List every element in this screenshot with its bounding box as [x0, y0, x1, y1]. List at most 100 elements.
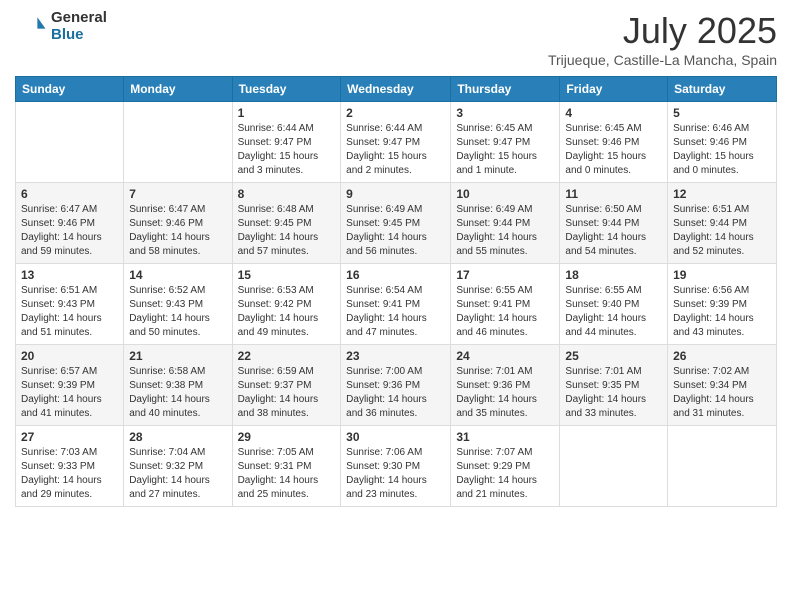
col-thursday: Thursday	[451, 77, 560, 102]
table-row: 7Sunrise: 6:47 AM Sunset: 9:46 PM Daylig…	[124, 183, 232, 264]
table-row: 10Sunrise: 6:49 AM Sunset: 9:44 PM Dayli…	[451, 183, 560, 264]
logo-general: General	[51, 10, 107, 27]
calendar-week-row: 1Sunrise: 6:44 AM Sunset: 9:47 PM Daylig…	[16, 102, 777, 183]
table-row: 22 Sunrise: 6:59 AM Sunset: 9:37 PM Dayli…	[232, 345, 341, 426]
logo-icon	[15, 11, 47, 43]
day-detail: Sunrise: 6:54 AM Sunset: 9:41 PM Dayligh…	[346, 284, 445, 340]
table-row: 19 Sunrise: 6:56 AM Sunset: 9:39 PM Dayli…	[668, 264, 777, 345]
day-detail: Sunrise: 7:07 AM Sunset: 9:29 PM Dayligh…	[456, 446, 554, 502]
day-number: 27	[21, 430, 118, 444]
day-detail: Sunrise: 7:06 AM Sunset: 9:30 PM Dayligh…	[346, 446, 445, 502]
col-wednesday: Wednesday	[341, 77, 451, 102]
day-detail: Sunrise: 7:00 AM Sunset: 9:36 PM Dayligh…	[346, 365, 445, 421]
table-row: 21 Sunrise: 6:58 AM Sunset: 9:38 PM Dayli…	[124, 345, 232, 426]
day-detail: Sunrise: 6:48 AM Sunset: 9:45 PM Dayligh…	[238, 203, 336, 259]
day-detail: Sunrise: 6:45 AM Sunset: 9:47 PM Dayligh…	[456, 122, 554, 178]
calendar-header-row: Sunday Monday Tuesday Wednesday Thursday…	[16, 77, 777, 102]
day-number: 8	[238, 187, 336, 201]
table-row: 26 Sunrise: 7:02 AM Sunset: 9:34 PM Dayli…	[668, 345, 777, 426]
day-number: 5	[673, 106, 771, 120]
table-row: 13Sunrise: 6:51 AM Sunset: 9:43 PM Dayli…	[16, 264, 124, 345]
table-row: 27 Sunrise: 7:03 AM Sunset: 9:33 PM Dayli…	[16, 426, 124, 507]
table-row: 1Sunrise: 6:44 AM Sunset: 9:47 PM Daylig…	[232, 102, 341, 183]
calendar-week-row: 27 Sunrise: 7:03 AM Sunset: 9:33 PM Dayli…	[16, 426, 777, 507]
location-title: Trijueque, Castille-La Mancha, Spain	[548, 52, 777, 68]
table-row: 24 Sunrise: 7:01 AM Sunset: 9:36 PM Dayli…	[451, 345, 560, 426]
table-row: 30Sunrise: 7:06 AM Sunset: 9:30 PM Dayli…	[341, 426, 451, 507]
day-number: 28	[129, 430, 226, 444]
day-detail: Sunrise: 6:47 AM Sunset: 9:46 PM Dayligh…	[129, 203, 226, 259]
day-number: 20	[21, 349, 118, 363]
day-number: 15	[238, 268, 336, 282]
day-detail: Sunrise: 6:56 AM Sunset: 9:39 PM Dayligh…	[673, 284, 771, 340]
day-detail: Sunrise: 7:01 AM Sunset: 9:36 PM Dayligh…	[456, 365, 554, 421]
day-detail: Sunrise: 7:04 AM Sunset: 9:32 PM Dayligh…	[129, 446, 226, 502]
table-row	[560, 426, 668, 507]
logo-text: General Blue	[51, 10, 107, 43]
table-row: 16Sunrise: 6:54 AM Sunset: 9:41 PM Dayli…	[341, 264, 451, 345]
month-title: July 2025	[548, 10, 777, 52]
day-number: 22	[238, 349, 336, 363]
day-number: 26	[673, 349, 771, 363]
table-row: 8 Sunrise: 6:48 AM Sunset: 9:45 PM Daylig…	[232, 183, 341, 264]
day-number: 14	[129, 268, 226, 282]
table-row: 17 Sunrise: 6:55 AM Sunset: 9:41 PM Dayli…	[451, 264, 560, 345]
table-row: 15Sunrise: 6:53 AM Sunset: 9:42 PM Dayli…	[232, 264, 341, 345]
day-detail: Sunrise: 6:45 AM Sunset: 9:46 PM Dayligh…	[565, 122, 662, 178]
day-number: 13	[21, 268, 118, 282]
col-sunday: Sunday	[16, 77, 124, 102]
title-section: July 2025 Trijueque, Castille-La Mancha,…	[548, 10, 777, 68]
day-number: 9	[346, 187, 445, 201]
table-row: 23 Sunrise: 7:00 AM Sunset: 9:36 PM Dayli…	[341, 345, 451, 426]
calendar-week-row: 20 Sunrise: 6:57 AM Sunset: 9:39 PM Dayli…	[16, 345, 777, 426]
col-tuesday: Tuesday	[232, 77, 341, 102]
day-number: 31	[456, 430, 554, 444]
day-detail: Sunrise: 6:51 AM Sunset: 9:44 PM Dayligh…	[673, 203, 771, 259]
calendar-week-row: 13Sunrise: 6:51 AM Sunset: 9:43 PM Dayli…	[16, 264, 777, 345]
day-detail: Sunrise: 7:03 AM Sunset: 9:33 PM Dayligh…	[21, 446, 118, 502]
day-number: 11	[565, 187, 662, 201]
table-row: 12Sunrise: 6:51 AM Sunset: 9:44 PM Dayli…	[668, 183, 777, 264]
day-detail: Sunrise: 7:05 AM Sunset: 9:31 PM Dayligh…	[238, 446, 336, 502]
day-detail: Sunrise: 6:59 AM Sunset: 9:37 PM Dayligh…	[238, 365, 336, 421]
table-row: 5Sunrise: 6:46 AM Sunset: 9:46 PM Daylig…	[668, 102, 777, 183]
day-number: 17	[456, 268, 554, 282]
table-row: 2 Sunrise: 6:44 AM Sunset: 9:47 PM Daylig…	[341, 102, 451, 183]
table-row: 18 Sunrise: 6:55 AM Sunset: 9:40 PM Dayli…	[560, 264, 668, 345]
day-detail: Sunrise: 6:44 AM Sunset: 9:47 PM Dayligh…	[346, 122, 445, 178]
day-detail: Sunrise: 6:50 AM Sunset: 9:44 PM Dayligh…	[565, 203, 662, 259]
logo: General Blue	[15, 10, 107, 43]
day-number: 24	[456, 349, 554, 363]
day-number: 21	[129, 349, 226, 363]
calendar-week-row: 6Sunrise: 6:47 AM Sunset: 9:46 PM Daylig…	[16, 183, 777, 264]
day-number: 29	[238, 430, 336, 444]
table-row	[16, 102, 124, 183]
table-row: 20 Sunrise: 6:57 AM Sunset: 9:39 PM Dayli…	[16, 345, 124, 426]
table-row: 9 Sunrise: 6:49 AM Sunset: 9:45 PM Daylig…	[341, 183, 451, 264]
table-row	[668, 426, 777, 507]
table-row: 25Sunrise: 7:01 AM Sunset: 9:35 PM Dayli…	[560, 345, 668, 426]
day-detail: Sunrise: 6:55 AM Sunset: 9:41 PM Dayligh…	[456, 284, 554, 340]
day-number: 4	[565, 106, 662, 120]
table-row: 28 Sunrise: 7:04 AM Sunset: 9:32 PM Dayli…	[124, 426, 232, 507]
col-friday: Friday	[560, 77, 668, 102]
table-row: 3 Sunrise: 6:45 AM Sunset: 9:47 PM Daylig…	[451, 102, 560, 183]
day-detail: Sunrise: 7:01 AM Sunset: 9:35 PM Dayligh…	[565, 365, 662, 421]
day-number: 18	[565, 268, 662, 282]
day-detail: Sunrise: 6:55 AM Sunset: 9:40 PM Dayligh…	[565, 284, 662, 340]
day-detail: Sunrise: 6:44 AM Sunset: 9:47 PM Dayligh…	[238, 122, 336, 178]
day-detail: Sunrise: 6:49 AM Sunset: 9:45 PM Dayligh…	[346, 203, 445, 259]
col-saturday: Saturday	[668, 77, 777, 102]
day-number: 3	[456, 106, 554, 120]
logo-blue: Blue	[51, 27, 107, 44]
table-row: 14Sunrise: 6:52 AM Sunset: 9:43 PM Dayli…	[124, 264, 232, 345]
day-detail: Sunrise: 6:57 AM Sunset: 9:39 PM Dayligh…	[21, 365, 118, 421]
calendar: Sunday Monday Tuesday Wednesday Thursday…	[15, 76, 777, 507]
day-number: 2	[346, 106, 445, 120]
day-number: 10	[456, 187, 554, 201]
day-number: 19	[673, 268, 771, 282]
table-row: 4 Sunrise: 6:45 AM Sunset: 9:46 PM Daylig…	[560, 102, 668, 183]
day-number: 23	[346, 349, 445, 363]
day-detail: Sunrise: 7:02 AM Sunset: 9:34 PM Dayligh…	[673, 365, 771, 421]
day-detail: Sunrise: 6:58 AM Sunset: 9:38 PM Dayligh…	[129, 365, 226, 421]
